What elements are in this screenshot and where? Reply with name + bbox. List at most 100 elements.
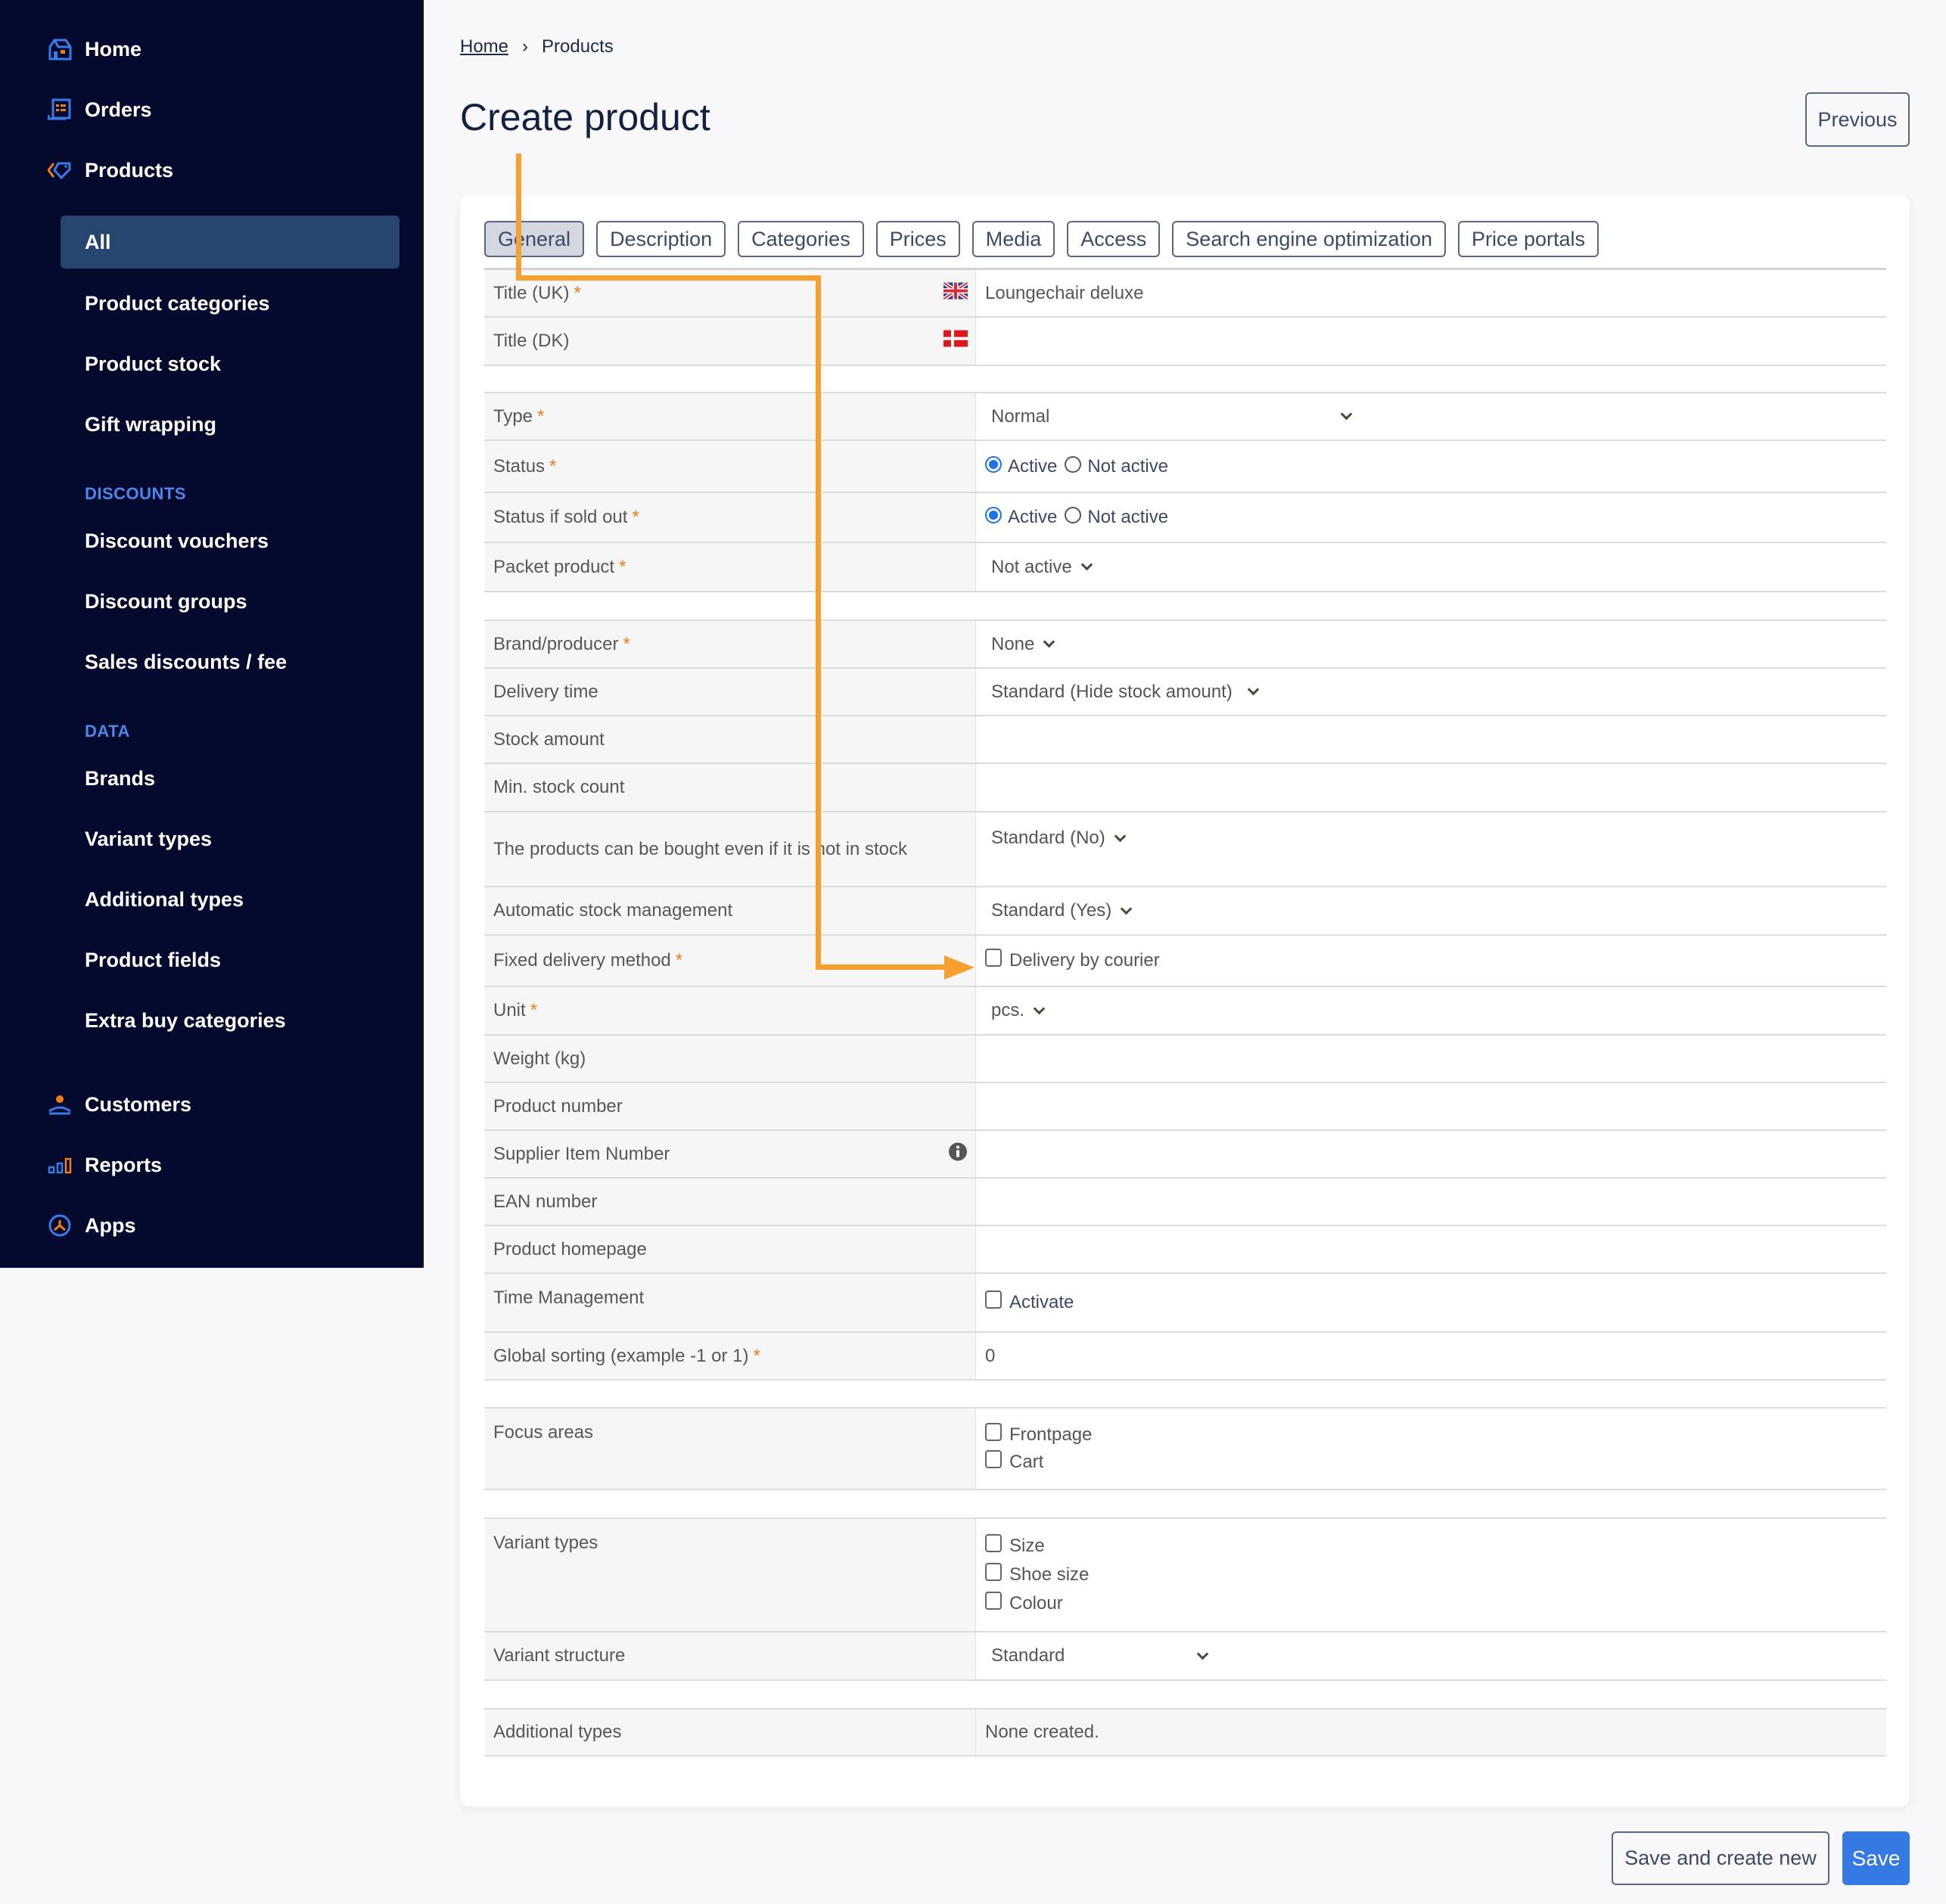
- label-text: Fixed delivery method: [493, 950, 671, 971]
- status-not-active-radio[interactable]: Not active: [1065, 455, 1168, 477]
- breadcrumb: Home › Products: [460, 36, 614, 57]
- field-label: Additional types: [484, 1710, 976, 1755]
- field-label: Product number: [484, 1083, 976, 1129]
- chevron-down-icon: [1114, 830, 1127, 842]
- label-text: Title (DK): [493, 331, 570, 351]
- sidebar-item-reports[interactable]: Reports: [47, 1142, 162, 1188]
- field-label: Product homepage: [484, 1226, 976, 1272]
- previous-button[interactable]: Previous: [1805, 92, 1910, 147]
- title-dk-input[interactable]: [976, 318, 1886, 365]
- focus-cart-checkbox[interactable]: Cart: [985, 1450, 1044, 1473]
- buy-not-in-stock-select[interactable]: Standard (No): [991, 828, 1127, 849]
- variant-size-checkbox[interactable]: Size: [985, 1534, 1045, 1557]
- sidebar-item-label: Customers: [85, 1092, 192, 1116]
- row-variant-structure: Variant structure Standard: [484, 1632, 1886, 1681]
- auto-stock-select[interactable]: Standard (Yes): [991, 900, 1133, 921]
- min-stock-input[interactable]: [976, 764, 1886, 811]
- sidebar-subitem-product-categories[interactable]: Product categories: [61, 277, 399, 330]
- sidebar-subitem-product-stock[interactable]: Product stock: [61, 337, 399, 390]
- sidebar-subitem-gift-wrapping[interactable]: Gift wrapping: [61, 398, 399, 451]
- sidebar-item-apps[interactable]: Apps: [47, 1203, 136, 1248]
- sold-out-active-radio[interactable]: Active: [985, 507, 1057, 528]
- required-marker: *: [623, 633, 630, 654]
- info-icon[interactable]: [948, 1141, 968, 1166]
- option-label: Cart: [1009, 1452, 1044, 1472]
- tab-prices[interactable]: Prices: [875, 221, 960, 257]
- sidebar-subitem-additional-types[interactable]: Additional types: [61, 873, 399, 926]
- sidebar-subitem-brands[interactable]: Brands: [61, 752, 399, 805]
- checkbox-icon: [985, 949, 1002, 967]
- delivery-time-select[interactable]: Standard (Hide stock amount): [991, 682, 1260, 703]
- tab-media[interactable]: Media: [971, 221, 1055, 257]
- option-label: Size: [1009, 1536, 1045, 1556]
- row-focus-areas: Focus areas Frontpage Cart: [484, 1407, 1886, 1490]
- label-text: Variant structure: [493, 1645, 626, 1666]
- ean-input[interactable]: [976, 1179, 1886, 1225]
- breadcrumb-home-link[interactable]: Home: [460, 36, 508, 57]
- tab-price-portals[interactable]: Price portals: [1458, 221, 1599, 257]
- sidebar-item-home[interactable]: Home: [47, 26, 141, 72]
- product-number-input[interactable]: [976, 1083, 1886, 1129]
- type-select[interactable]: Normal: [991, 405, 1353, 427]
- row-title-dk: Title (DK): [484, 318, 1886, 366]
- sold-out-not-active-radio[interactable]: Not active: [1065, 507, 1168, 528]
- time-management-checkbox[interactable]: Activate: [985, 1291, 1074, 1313]
- label-text: The products can be bought even if it is…: [493, 839, 907, 859]
- tab-access[interactable]: Access: [1067, 221, 1161, 257]
- supplier-item-input[interactable]: [976, 1131, 1886, 1177]
- weight-input[interactable]: [976, 1036, 1886, 1082]
- row-buy-not-in-stock: The products can be bought even if it is…: [484, 812, 1886, 887]
- sidebar-subitem-all[interactable]: All: [61, 216, 399, 269]
- section-heading-discounts: DISCOUNTS: [85, 484, 187, 503]
- sidebar-subitem-product-fields[interactable]: Product fields: [61, 933, 399, 986]
- title-uk-input[interactable]: Loungechair deluxe: [976, 270, 1886, 316]
- row-unit: Unit * pcs.: [484, 987, 1886, 1036]
- sidebar-item-label: Reports: [85, 1153, 163, 1176]
- label-text: Additional types: [493, 1722, 622, 1742]
- save-button[interactable]: Save: [1842, 1831, 1910, 1885]
- brand-select[interactable]: None: [991, 634, 1055, 655]
- focus-frontpage-checkbox[interactable]: Frontpage: [985, 1423, 1092, 1446]
- variant-shoe-size-checkbox[interactable]: Shoe size: [985, 1563, 1089, 1586]
- sidebar-subitem-sales-discounts[interactable]: Sales discounts / fee: [61, 635, 399, 688]
- checkbox-icon: [985, 1423, 1002, 1441]
- sidebar-subitem-variant-types[interactable]: Variant types: [61, 812, 399, 865]
- sidebar-item-products[interactable]: Products: [47, 148, 173, 193]
- section-heading-data: DATA: [85, 722, 130, 741]
- variant-colour-checkbox[interactable]: Colour: [985, 1592, 1063, 1614]
- unit-select[interactable]: pcs.: [991, 1000, 1046, 1021]
- select-value: Normal: [991, 405, 1050, 427]
- field-value: Standard (Yes): [976, 887, 1886, 934]
- row-status: Status * Active Not active: [484, 441, 1886, 493]
- field-value: pcs.: [976, 987, 1886, 1034]
- breadcrumb-current: Products: [542, 36, 614, 57]
- packet-product-select[interactable]: Not active: [991, 557, 1093, 578]
- variant-structure-select[interactable]: Standard: [991, 1645, 1209, 1666]
- save-and-create-new-button[interactable]: Save and create new: [1612, 1831, 1829, 1885]
- field-value: Standard (Hide stock amount): [976, 669, 1886, 715]
- dk-flag-icon: [943, 330, 968, 353]
- sidebar-subitem-discount-vouchers[interactable]: Discount vouchers: [61, 514, 399, 567]
- delivery-by-courier-checkbox[interactable]: Delivery by courier: [985, 949, 1160, 971]
- label-text: Time Management: [493, 1287, 645, 1308]
- sidebar-subitem-extra-buy-categories[interactable]: Extra buy categories: [61, 994, 399, 1047]
- status-active-radio[interactable]: Active: [985, 455, 1058, 477]
- select-value: Standard (No): [991, 828, 1105, 848]
- sidebar-subitem-discount-groups[interactable]: Discount groups: [61, 575, 399, 628]
- sidebar-item-customers[interactable]: Customers: [47, 1082, 191, 1127]
- homepage-input[interactable]: [976, 1226, 1886, 1272]
- global-sorting-input[interactable]: 0: [976, 1333, 1886, 1379]
- tab-seo[interactable]: Search engine optimization: [1172, 221, 1446, 257]
- tab-categories[interactable]: Categories: [738, 221, 864, 257]
- tab-general[interactable]: General: [484, 221, 585, 257]
- required-marker: *: [537, 405, 545, 427]
- stock-amount-input[interactable]: [976, 716, 1886, 763]
- tab-bar: General Description Categories Prices Me…: [484, 221, 1599, 257]
- sidebar-item-orders[interactable]: Orders: [47, 87, 152, 132]
- sidebar: Home Orders Products All Product categor…: [0, 0, 424, 1268]
- row-weight: Weight (kg): [484, 1036, 1886, 1083]
- required-marker: *: [632, 507, 639, 527]
- tab-description[interactable]: Description: [596, 221, 726, 257]
- option-label: Active: [1008, 455, 1058, 477]
- field-label: Status if sold out *: [484, 493, 976, 542]
